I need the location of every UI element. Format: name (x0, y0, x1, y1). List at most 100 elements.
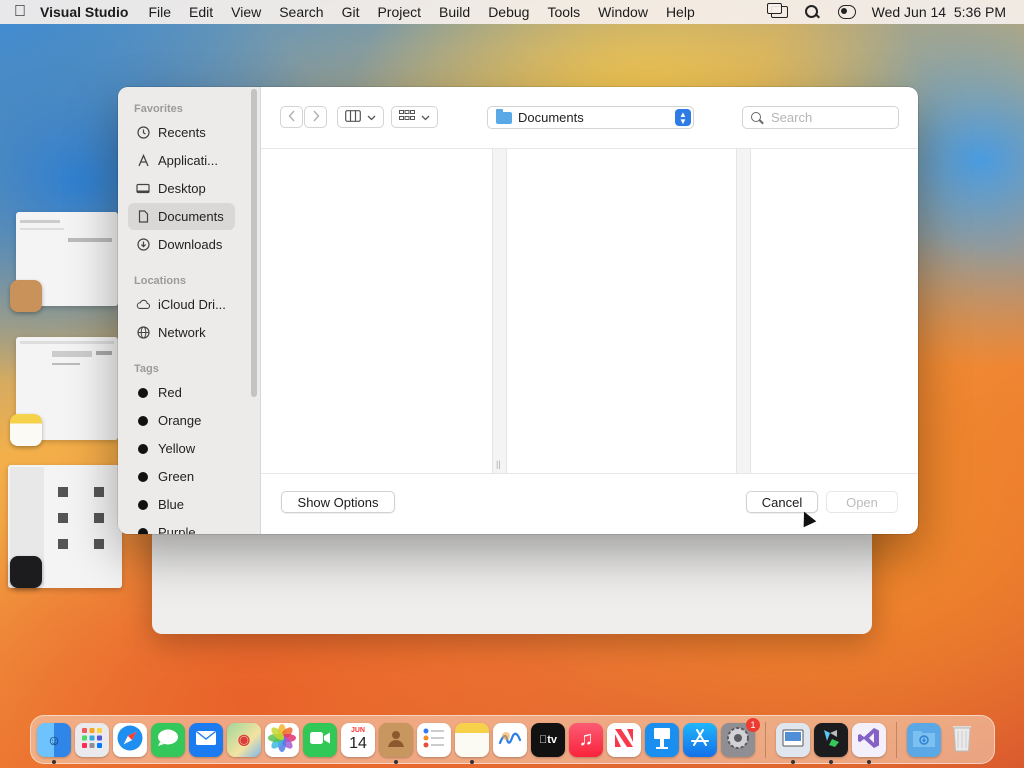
menu-build[interactable]: Build (439, 4, 470, 20)
search-input[interactable] (771, 110, 891, 125)
dock-notes[interactable] (455, 722, 489, 764)
column-divider[interactable]: || (493, 149, 507, 473)
sidebar-item-documents[interactable]: Documents (128, 203, 235, 230)
location-popup[interactable]: Documents ▲ ▼ (487, 106, 694, 129)
sidebar-item-label: Yellow (158, 441, 196, 456)
cloud-icon (136, 298, 150, 312)
dock-launchpad[interactable] (75, 722, 109, 757)
dock-system-settings[interactable]: 1 (721, 717, 760, 757)
resize-handle-icon[interactable]: || (496, 459, 501, 469)
background-window (152, 520, 872, 634)
dock-photos[interactable] (265, 722, 299, 757)
browser-column-2[interactable] (507, 149, 737, 473)
sidebar-item-desktop[interactable]: Desktop (128, 175, 235, 202)
trash-icon (950, 723, 974, 756)
menu-search[interactable]: Search (279, 4, 323, 20)
dock-safari[interactable] (113, 722, 147, 757)
dock-finder[interactable]: ☺ (37, 722, 71, 764)
menu-help[interactable]: Help (666, 4, 695, 20)
grid-view-icon (399, 110, 415, 124)
sidebar-item-downloads[interactable]: Downloads (128, 231, 235, 258)
dock-calendar[interactable]: JUN 14 (341, 722, 375, 757)
tag-dot-icon (138, 499, 148, 510)
clock[interactable]: Wed Jun 14 5:36 PM (872, 4, 1006, 20)
view-mode-button[interactable] (337, 106, 384, 128)
up-down-chevron-icon: ▲ ▼ (675, 109, 691, 126)
sidebar-item-icloud-drive[interactable]: iCloud Dri... (128, 291, 235, 318)
dock-tv[interactable]: tv (531, 722, 565, 757)
back-button[interactable] (280, 106, 303, 128)
dock-mail[interactable] (189, 722, 223, 757)
dock-facetime[interactable] (303, 722, 337, 757)
dock: ☺ ◉ JUN 14 tv ♫ 1 (30, 715, 995, 764)
sidebar-tag-blue[interactable]: Blue (128, 491, 235, 518)
dock-app-store[interactable] (683, 722, 717, 757)
sidebar-item-label: Downloads (158, 237, 223, 252)
sidebar-tag-green[interactable]: Green (128, 463, 235, 490)
show-options-button[interactable]: Show Options (281, 491, 395, 513)
search-field[interactable] (742, 106, 899, 129)
tag-dot-icon (138, 443, 148, 454)
compass-icon (116, 724, 144, 755)
menu-tools[interactable]: Tools (547, 4, 580, 20)
sidebar-item-applications[interactable]: Applicati... (128, 147, 235, 174)
dock-messages[interactable] (151, 722, 185, 757)
column-divider[interactable] (737, 149, 751, 473)
menu-file[interactable]: File (148, 4, 171, 20)
dock-simulator[interactable] (814, 722, 848, 764)
dock-freeform[interactable] (493, 722, 527, 757)
dock-news[interactable] (607, 722, 641, 757)
sidebar-tag-red[interactable]: Red (128, 379, 235, 406)
forward-button[interactable] (304, 106, 327, 128)
simulator-icon (820, 727, 842, 752)
dock-trash[interactable] (945, 723, 979, 757)
message-bubble-icon (157, 729, 179, 750)
chevron-down-icon (367, 110, 376, 124)
sidebar-scrollbar[interactable] (251, 89, 257, 397)
column-browser: || (261, 148, 918, 474)
video-camera-icon (309, 731, 331, 748)
sidebar-tag-yellow[interactable]: Yellow (128, 435, 235, 462)
menu-debug[interactable]: Debug (488, 4, 529, 20)
dock-downloads-stack[interactable] (907, 722, 941, 757)
control-center-icon[interactable] (837, 5, 856, 19)
columns-view-icon (345, 109, 361, 125)
dock-maps[interactable]: ◉ (227, 722, 261, 757)
apple-menu-icon[interactable]:  (0, 3, 40, 21)
search-icon (751, 111, 763, 124)
menu-project[interactable]: Project (377, 4, 421, 20)
dock-reminders[interactable] (417, 722, 451, 757)
sidebar-item-label: Applicati... (158, 153, 218, 168)
sidebar-tag-purple[interactable]: Purple (128, 519, 235, 534)
browser-column-1[interactable] (261, 149, 493, 473)
launchpad-icon (81, 727, 103, 752)
contact-person-icon (385, 727, 407, 752)
app-menu[interactable]: Visual Studio (40, 4, 128, 20)
map-pin-icon: ◉ (237, 731, 251, 747)
menu-window[interactable]: Window (598, 4, 648, 20)
sidebar-item-label: iCloud Dri... (158, 297, 226, 312)
open-button[interactable]: Open (826, 491, 898, 513)
sidebar-item-network[interactable]: Network (128, 319, 235, 346)
menu-edit[interactable]: Edit (189, 4, 213, 20)
group-by-button[interactable] (391, 106, 438, 128)
sidebar-item-recents[interactable]: Recents (128, 119, 235, 146)
dock-keynote[interactable] (645, 722, 679, 757)
finder-icon: ☺ (46, 731, 62, 748)
spotlight-icon[interactable] (804, 5, 822, 19)
downloads-folder-icon (912, 728, 936, 751)
download-icon (136, 238, 150, 252)
dock-music[interactable]: ♫ (569, 722, 603, 757)
dock-preview[interactable] (776, 722, 810, 764)
browser-column-3[interactable] (751, 149, 918, 473)
dock-visual-studio[interactable] (852, 722, 886, 764)
simulator-app-icon (10, 556, 42, 588)
sidebar-tag-orange[interactable]: Orange (128, 407, 235, 434)
folder-icon (496, 108, 512, 124)
dock-contacts[interactable] (379, 722, 413, 764)
menu-git[interactable]: Git (342, 4, 360, 20)
menu-view[interactable]: View (231, 4, 261, 20)
app-store-icon (689, 727, 711, 752)
screen-mirroring-icon[interactable] (766, 3, 788, 18)
photos-flower-icon (268, 724, 296, 755)
